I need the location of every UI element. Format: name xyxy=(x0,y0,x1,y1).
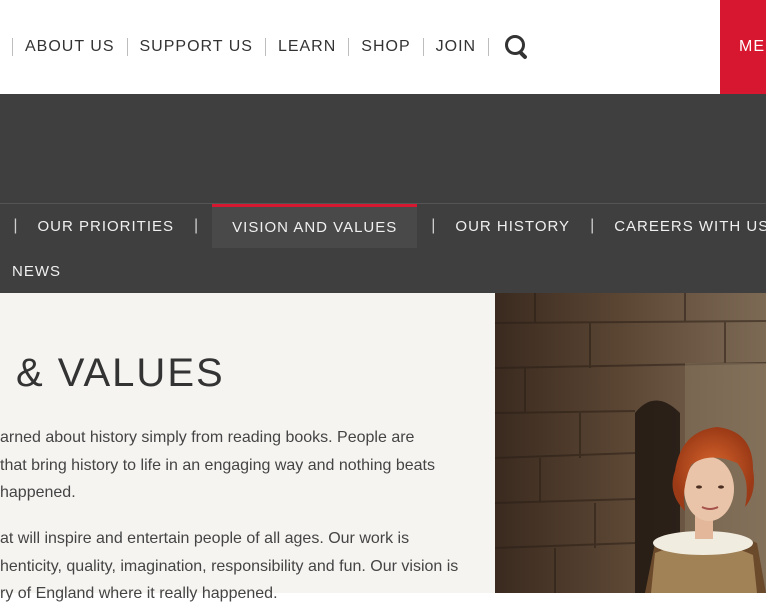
text-line: at will inspire and entertain people of … xyxy=(0,530,410,547)
page-title: N & VALUES xyxy=(0,351,225,395)
nav-separator xyxy=(264,38,266,56)
subnav-separator: | xyxy=(431,217,436,234)
costumed-performer-image xyxy=(495,293,766,593)
nav-support-us[interactable]: SUPPORT US xyxy=(140,38,253,56)
nav-separator xyxy=(12,38,13,56)
nav-separator xyxy=(126,38,128,56)
text-line: ry of England where it really happened. xyxy=(0,585,278,602)
intro-paragraph: arned about history simply from reading … xyxy=(0,424,435,507)
menu-button[interactable]: ME xyxy=(720,0,766,94)
hero-photo xyxy=(495,293,766,593)
primary-nav: ABOUT US SUPPORT US LEARN SHOP JOIN xyxy=(0,0,531,94)
subnav-careers-with-us[interactable]: CAREERS WITH US xyxy=(608,204,766,248)
subnav-separator: | xyxy=(194,217,199,234)
nav-learn[interactable]: LEARN xyxy=(278,38,336,56)
text-line: that bring history to life in an engagin… xyxy=(0,456,435,474)
nav-separator xyxy=(348,38,350,56)
nav-separator xyxy=(488,38,490,56)
search-icon[interactable] xyxy=(503,33,531,61)
subnav-our-history[interactable]: OUR HISTORY xyxy=(449,204,576,248)
banner-title-fragment: S xyxy=(0,160,2,178)
section-subnav: r | OUR PRIORITIES | VISION AND VALUES |… xyxy=(0,204,766,248)
page-banner xyxy=(0,94,766,293)
text-line: henticity, quality, imagination, respons… xyxy=(0,557,459,575)
nav-shop[interactable]: SHOP xyxy=(361,38,410,56)
nav-join[interactable]: JOIN xyxy=(436,38,476,56)
subnav-our-priorities[interactable]: OUR PRIORITIES xyxy=(31,204,180,248)
subnav-separator: | xyxy=(13,217,18,234)
subnav-vision-and-values[interactable]: VISION AND VALUES xyxy=(212,204,418,248)
nav-about-us[interactable]: ABOUT US xyxy=(25,38,115,56)
vision-paragraph: at will inspire and entertain people of … xyxy=(0,525,458,608)
menu-label: ME xyxy=(739,38,765,55)
top-header: ABOUT US SUPPORT US LEARN SHOP JOIN ME xyxy=(0,0,766,94)
subnav-news[interactable]: NEWS xyxy=(12,263,61,280)
subnav-separator: | xyxy=(590,217,595,234)
text-line: happened. xyxy=(0,484,76,501)
text-line: arned about history simply from reading … xyxy=(0,429,415,446)
nav-separator xyxy=(422,38,424,56)
